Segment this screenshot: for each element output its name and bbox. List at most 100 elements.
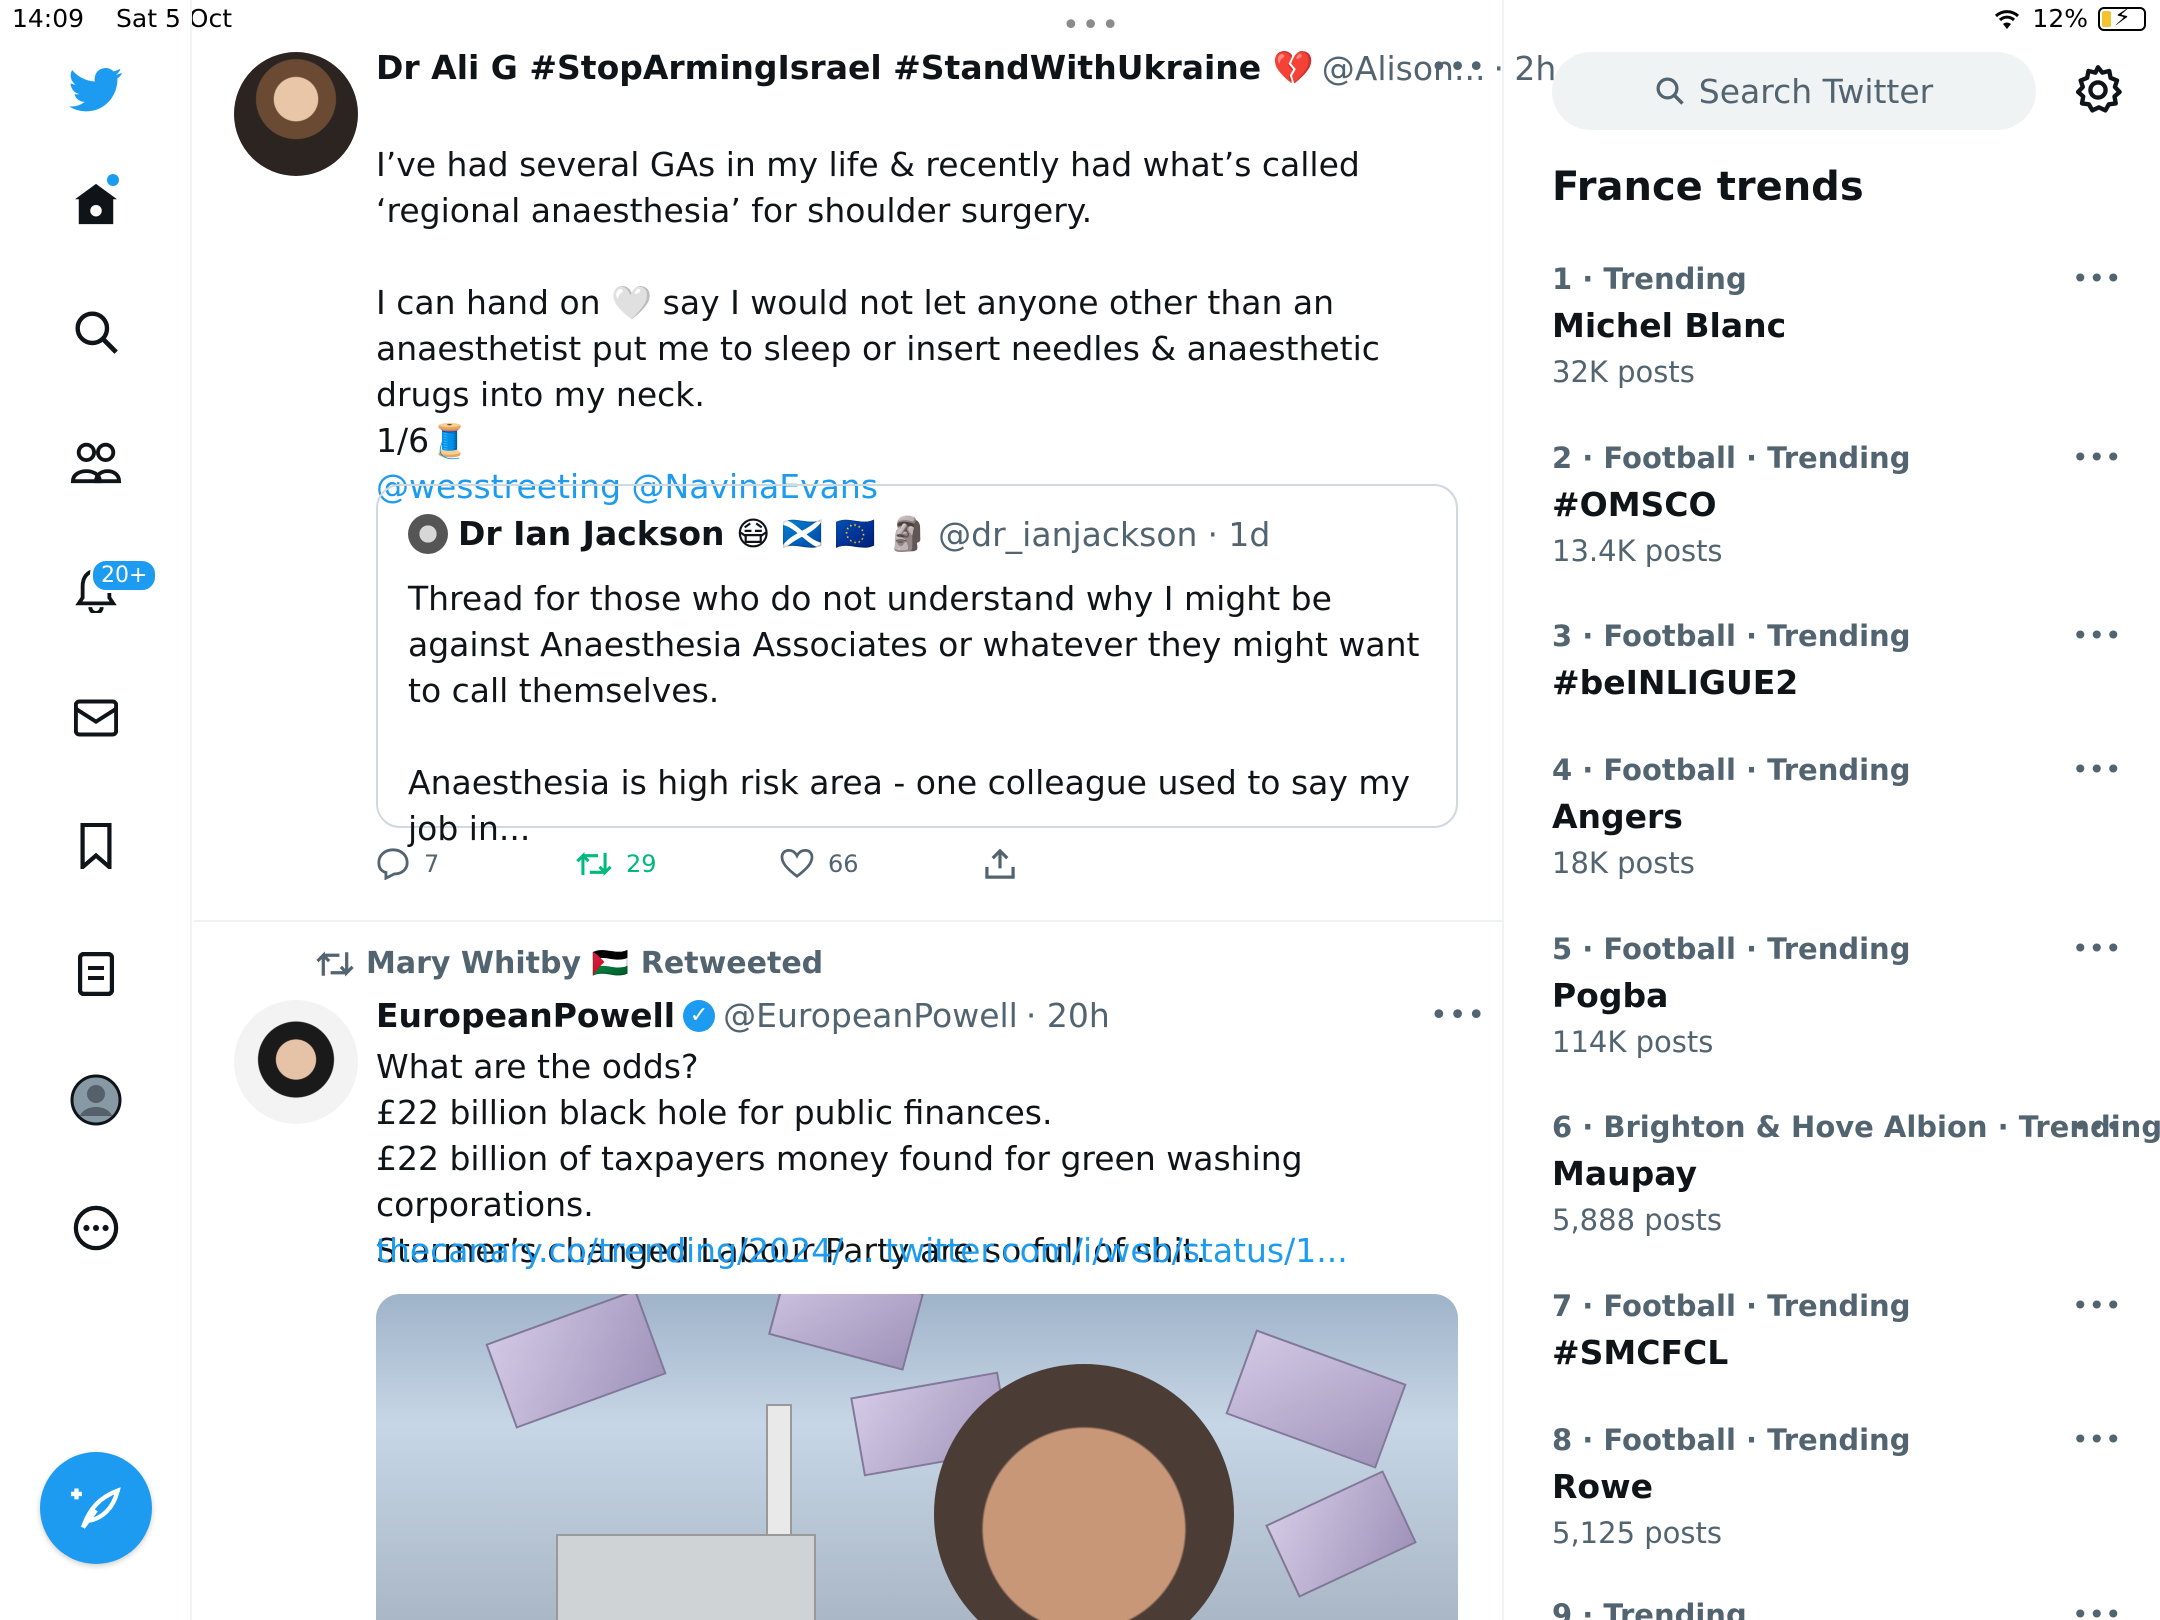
reply-icon bbox=[377, 848, 409, 880]
tweet-actions: 7 29 66 bbox=[376, 848, 1016, 880]
trend-name: Rowe bbox=[1552, 1467, 1653, 1506]
quoted-author-handle: @dr_ianjackson bbox=[938, 514, 1198, 554]
author-handle[interactable]: @EuropeanPowell bbox=[723, 996, 1018, 1035]
banknote-shape bbox=[768, 1294, 924, 1371]
communities-icon[interactable] bbox=[66, 432, 126, 492]
tweet-more-icon[interactable]: ••• bbox=[1430, 998, 1486, 1033]
quoted-tweet-text: Thread for those who do not understand w… bbox=[408, 579, 1420, 848]
retweeter-name[interactable]: Mary Whitby 🇵🇸 bbox=[366, 946, 629, 981]
author-avatar[interactable] bbox=[234, 52, 358, 176]
tweet-time[interactable]: · 20h bbox=[1026, 996, 1110, 1035]
messages-icon[interactable] bbox=[66, 688, 126, 748]
trend-item[interactable]: 1 · Trending Michel Blanc 32K posts ••• bbox=[1552, 262, 2122, 389]
trend-meta: 4 · Football · Trending bbox=[1552, 753, 1911, 787]
trend-name: #beINLIGUE2 bbox=[1552, 663, 1799, 702]
trend-posts: 18K posts bbox=[1552, 846, 1695, 880]
tweet-links[interactable]: thecanary.co/trending/2024/... twitter.c… bbox=[376, 1228, 1476, 1274]
trends-title: France trends bbox=[1552, 164, 1864, 210]
trend-more-icon[interactable]: ••• bbox=[2072, 441, 2122, 474]
trend-more-icon[interactable]: ••• bbox=[2072, 1110, 2122, 1143]
profile-avatar-icon[interactable] bbox=[66, 1070, 126, 1130]
trend-item[interactable]: 2 · Football · Trending #OMSCO 13.4K pos… bbox=[1552, 441, 2122, 568]
trend-item[interactable]: 7 · Football · Trending #SMCFCL ••• bbox=[1552, 1289, 2122, 1372]
tweet-header: Dr Ali G #StopArmingIsrael #StandWithUkr… bbox=[376, 48, 1556, 88]
trend-name: Pogba bbox=[1552, 976, 1669, 1015]
notifications-badge: 20+ bbox=[90, 558, 159, 593]
trend-name: #SMCFCL bbox=[1552, 1333, 1729, 1372]
reply-count: 7 bbox=[424, 850, 440, 878]
trend-item[interactable]: 8 · Football · Trending Rowe 5,125 posts… bbox=[1552, 1423, 2122, 1550]
home-unread-dot bbox=[107, 174, 119, 186]
tweet-time[interactable]: · 2h bbox=[1493, 49, 1556, 88]
trend-meta: 5 · Football · Trending bbox=[1552, 932, 1911, 966]
trend-item[interactable]: 3 · Football · Trending #beINLIGUE2 ••• bbox=[1552, 619, 2122, 702]
author-avatar[interactable] bbox=[234, 1000, 358, 1124]
twitter-logo-icon[interactable] bbox=[66, 60, 126, 120]
retweet-icon bbox=[576, 852, 612, 876]
retweet-small-icon bbox=[316, 950, 354, 977]
battery-icon: ⚡ bbox=[2098, 3, 2146, 31]
search-input[interactable]: Search Twitter bbox=[1552, 52, 2036, 130]
timeline: Dr Ali G #StopArmingIsrael #StandWithUkr… bbox=[194, 0, 1556, 1620]
tweet-image[interactable] bbox=[376, 1294, 1458, 1620]
trend-meta: 7 · Football · Trending bbox=[1552, 1289, 1911, 1323]
trend-posts: 5,888 posts bbox=[1552, 1203, 1722, 1237]
battery-percent: 12% bbox=[2032, 4, 2088, 33]
trend-item[interactable]: 6 · Brighton & Hove Albion · Trending Ma… bbox=[1552, 1110, 2160, 1237]
trend-more-icon[interactable]: ••• bbox=[2072, 619, 2122, 652]
retweeted-label: Retweeted bbox=[640, 946, 824, 981]
share-icon bbox=[985, 848, 1015, 879]
trend-posts: 32K posts bbox=[1552, 355, 1695, 389]
quoted-author-avatar bbox=[408, 514, 448, 554]
trend-more-icon[interactable]: ••• bbox=[2072, 753, 2122, 786]
bookmarks-icon[interactable] bbox=[66, 816, 126, 876]
trend-more-icon[interactable]: ••• bbox=[2072, 262, 2122, 295]
more-options-icon[interactable] bbox=[66, 1198, 126, 1258]
thread-counter: 1/6🧵 bbox=[376, 421, 471, 460]
banknote-shape bbox=[1265, 1470, 1417, 1598]
trend-name: Angers bbox=[1552, 797, 1683, 836]
tweet-header: EuropeanPowell ✓ @EuropeanPowell · 20h bbox=[376, 996, 1110, 1035]
trend-more-icon[interactable]: ••• bbox=[2072, 1598, 2122, 1620]
banknote-shape bbox=[1225, 1329, 1407, 1469]
trend-item[interactable]: 5 · Football · Trending Pogba 114K posts… bbox=[1552, 932, 2122, 1059]
share-button[interactable] bbox=[984, 848, 1016, 880]
trend-meta: 8 · Football · Trending bbox=[1552, 1423, 1911, 1457]
trend-meta: 6 · Brighton & Hove Albion · Trending bbox=[1552, 1110, 2160, 1144]
verified-badge-icon: ✓ bbox=[683, 999, 716, 1032]
trend-name: Michel Blanc bbox=[1552, 306, 1787, 345]
trend-posts: 5,125 posts bbox=[1552, 1516, 1722, 1550]
author-name[interactable]: Dr Ali G #StopArmingIsrael #StandWithUkr… bbox=[376, 48, 1314, 88]
factory-shape bbox=[556, 1534, 816, 1620]
tweet-body: I’ve had several GAs in my life & recent… bbox=[376, 145, 1380, 414]
trend-item[interactable]: 9 · Trending ••• bbox=[1552, 1598, 2122, 1620]
like-button[interactable]: 66 bbox=[780, 849, 984, 879]
quoted-author-name: Dr Ian Jackson 😷 🏴󠁧󠁢󠁳󠁣󠁴󠁿 🇪🇺 🗿 bbox=[458, 514, 929, 553]
heart-icon bbox=[780, 849, 814, 878]
trend-posts: 13.4K posts bbox=[1552, 534, 1723, 568]
trend-name: Maupay bbox=[1552, 1154, 1697, 1193]
trend-more-icon[interactable]: ••• bbox=[2072, 1423, 2122, 1456]
banknote-shape bbox=[485, 1294, 667, 1429]
settings-gear-icon[interactable] bbox=[2072, 64, 2124, 116]
trend-name: #OMSCO bbox=[1552, 485, 1717, 524]
search-icon[interactable] bbox=[66, 302, 126, 362]
retweet-button[interactable]: 29 bbox=[576, 849, 780, 879]
wifi-icon bbox=[1995, 9, 2020, 29]
trend-more-icon[interactable]: ••• bbox=[2072, 932, 2122, 965]
search-placeholder: Search Twitter bbox=[1698, 71, 1934, 111]
trend-meta: 1 · Trending bbox=[1552, 262, 1747, 296]
compose-tweet-button[interactable] bbox=[40, 1452, 152, 1564]
author-name[interactable]: EuropeanPowell bbox=[376, 996, 675, 1035]
quoted-tweet[interactable]: Dr Ian Jackson 😷 🏴󠁧󠁢󠁳󠁣󠁴󠁿 🇪🇺 🗿 @dr_ianjac… bbox=[376, 484, 1458, 848]
trend-more-icon[interactable]: ••• bbox=[2072, 1289, 2122, 1322]
lists-icon[interactable] bbox=[66, 944, 126, 1004]
reply-button[interactable]: 7 bbox=[376, 848, 576, 880]
trend-item[interactable]: 4 · Football · Trending Angers 18K posts… bbox=[1552, 753, 2122, 880]
search-icon bbox=[1656, 77, 1684, 105]
retweeted-by: Mary Whitby 🇵🇸 Retweeted bbox=[316, 946, 823, 981]
trend-posts: 114K posts bbox=[1552, 1025, 1714, 1059]
tweet-more-icon[interactable]: ••• bbox=[1430, 50, 1486, 85]
like-count: 66 bbox=[828, 850, 859, 878]
quoted-tweet-time: · 1d bbox=[1207, 514, 1271, 554]
